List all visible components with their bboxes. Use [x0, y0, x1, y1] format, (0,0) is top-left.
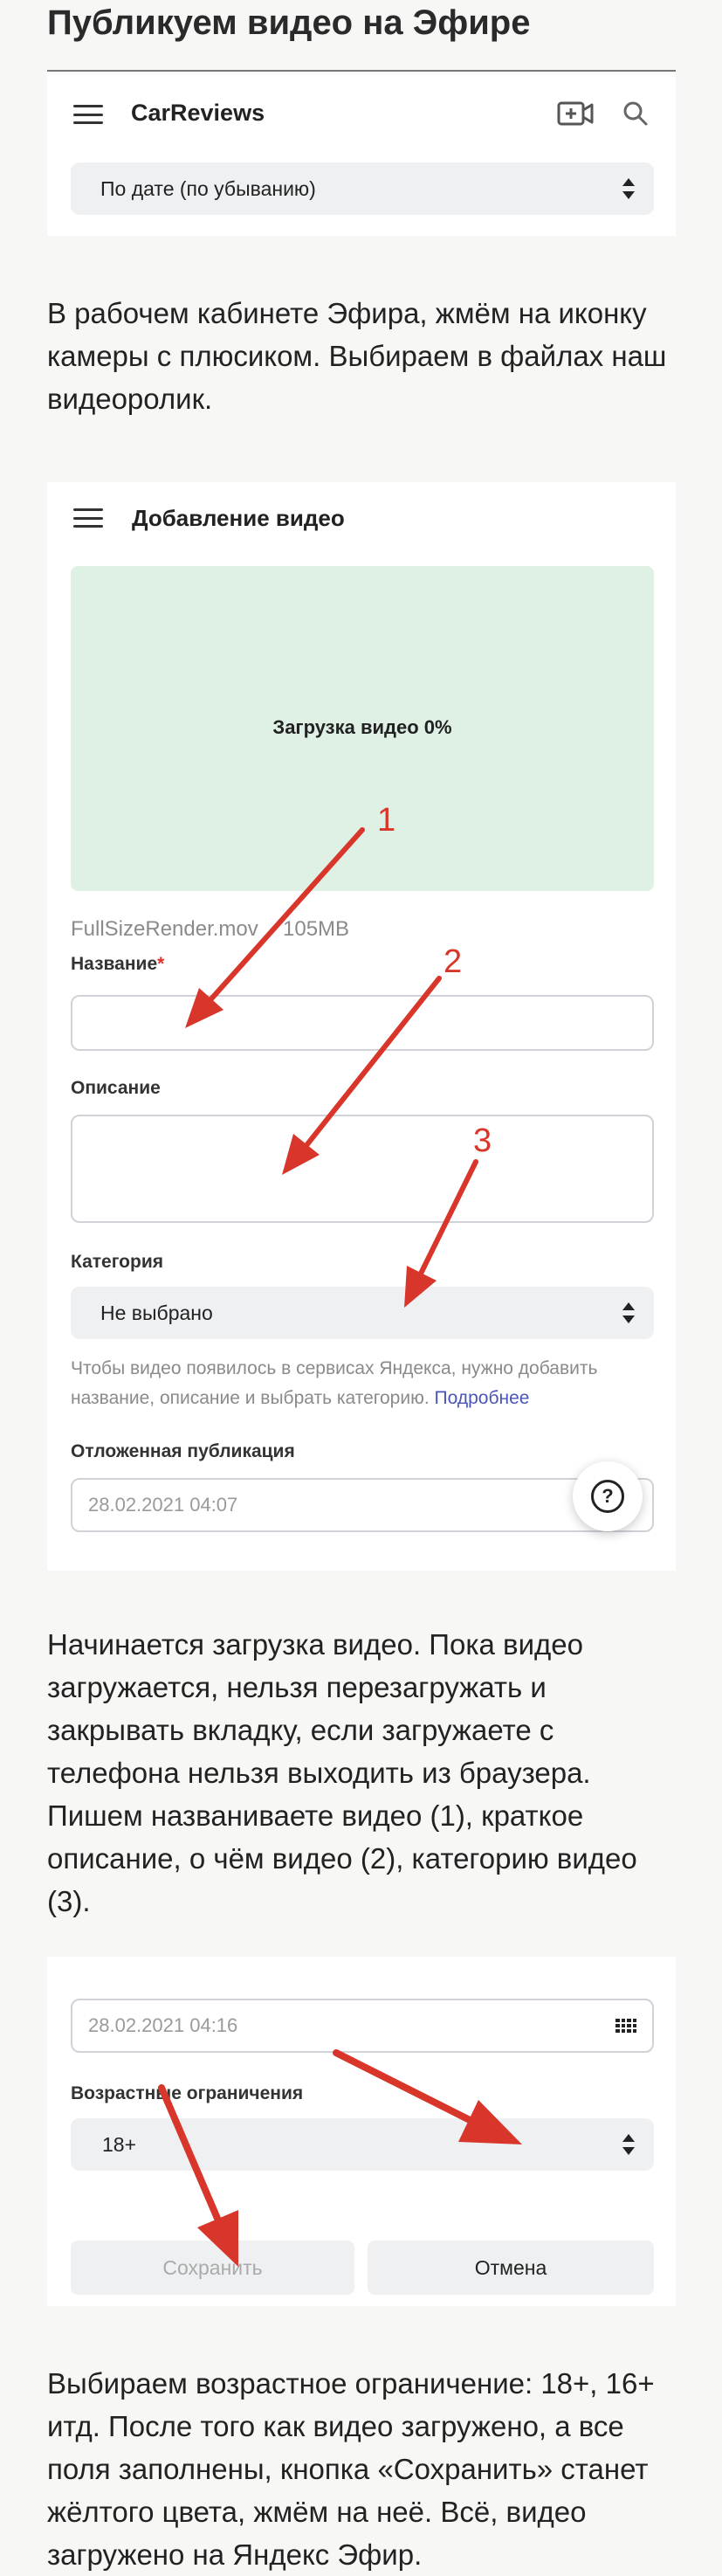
page-heading: Публикуем видео на Эфире	[47, 3, 531, 42]
search-icon[interactable]	[622, 100, 650, 128]
cancel-button[interactable]: Отмена	[368, 2241, 654, 2295]
required-mark: *	[157, 954, 165, 974]
file-name: FullSizeRender.mov	[71, 917, 258, 941]
save-button[interactable]: Сохранить	[71, 2241, 354, 2295]
add-video-camera-icon[interactable]	[557, 101, 594, 126]
cancel-button-label: Отмена	[474, 2255, 547, 2279]
menu-icon[interactable]	[73, 508, 103, 528]
delayed-publication-value: 28.02.2021 04:16	[88, 2014, 238, 2036]
sort-select-value: По дате (по убыванию)	[100, 176, 316, 200]
category-hint: Чтобы видео появилось в сервисах Яндекса…	[71, 1354, 656, 1413]
instruction-paragraph-1: В рабочем кабинете Эфира, жмём на иконку…	[47, 297, 667, 415]
age-restriction-value: 18+	[102, 2132, 137, 2156]
delayed-publication-input[interactable]: 28.02.2021 04:16	[71, 1999, 654, 2053]
heading-divider	[47, 70, 676, 72]
instruction-paragraph-2: Начинается загрузка видео. Пока видео за…	[47, 1628, 637, 1917]
delayed-publication-label: Отложенная публикация	[71, 1441, 295, 1461]
channel-name: CarReviews	[131, 100, 265, 126]
description-label: Описание	[71, 1078, 161, 1098]
annotation-number-3: 3	[473, 1122, 492, 1159]
sort-select[interactable]: По дате (по убыванию)	[71, 162, 654, 215]
form-title: Добавление видео	[132, 505, 345, 531]
name-label-text: Название	[71, 954, 158, 974]
screenshot-channel-header: CarReviews По дате (по убыванию)	[47, 73, 676, 236]
select-arrows-icon	[622, 2134, 635, 2155]
category-label: Категория	[71, 1252, 164, 1272]
calendar-grid-icon[interactable]	[615, 2019, 636, 2033]
annotation-number-1: 1	[377, 802, 396, 839]
select-arrows-icon	[622, 178, 635, 199]
menu-icon[interactable]	[73, 105, 103, 124]
help-button[interactable]: ?	[573, 1461, 643, 1531]
age-restriction-label: Возрастные ограничения	[71, 2083, 304, 2103]
save-button-label: Сохранить	[162, 2255, 263, 2279]
upload-status: Загрузка видео 0%	[272, 716, 452, 738]
category-select-value: Не выбрано	[100, 1301, 213, 1324]
delayed-publication-input[interactable]: 28.02.2021 04:07	[71, 1478, 654, 1532]
instruction-paragraph-3: Выбираем возрастное ограничение: 18+, 16…	[47, 2367, 655, 2571]
screenshot-form-bottom: 28.02.2021 04:16 Возрастные ограничения …	[47, 1957, 676, 2306]
question-circle-icon: ?	[591, 1480, 624, 1513]
age-restriction-select[interactable]: 18+	[71, 2118, 654, 2171]
file-size: 105MB	[283, 917, 350, 941]
hint-more-link[interactable]: Подробнее	[435, 1388, 530, 1408]
screenshot-add-video-form: Добавление видео Загрузка видео 0% FullS…	[47, 482, 676, 1571]
annotation-number-2: 2	[444, 943, 463, 980]
category-select[interactable]: Не выбрано	[71, 1287, 654, 1339]
help-button-label: ?	[602, 1485, 614, 1507]
description-textarea[interactable]	[71, 1115, 654, 1223]
select-arrows-icon	[622, 1302, 635, 1323]
name-input[interactable]	[71, 995, 654, 1051]
name-label: Название*	[71, 954, 164, 975]
upload-preview-area: Загрузка видео 0%	[71, 566, 654, 891]
delayed-publication-value: 28.02.2021 04:07	[88, 1494, 238, 1516]
